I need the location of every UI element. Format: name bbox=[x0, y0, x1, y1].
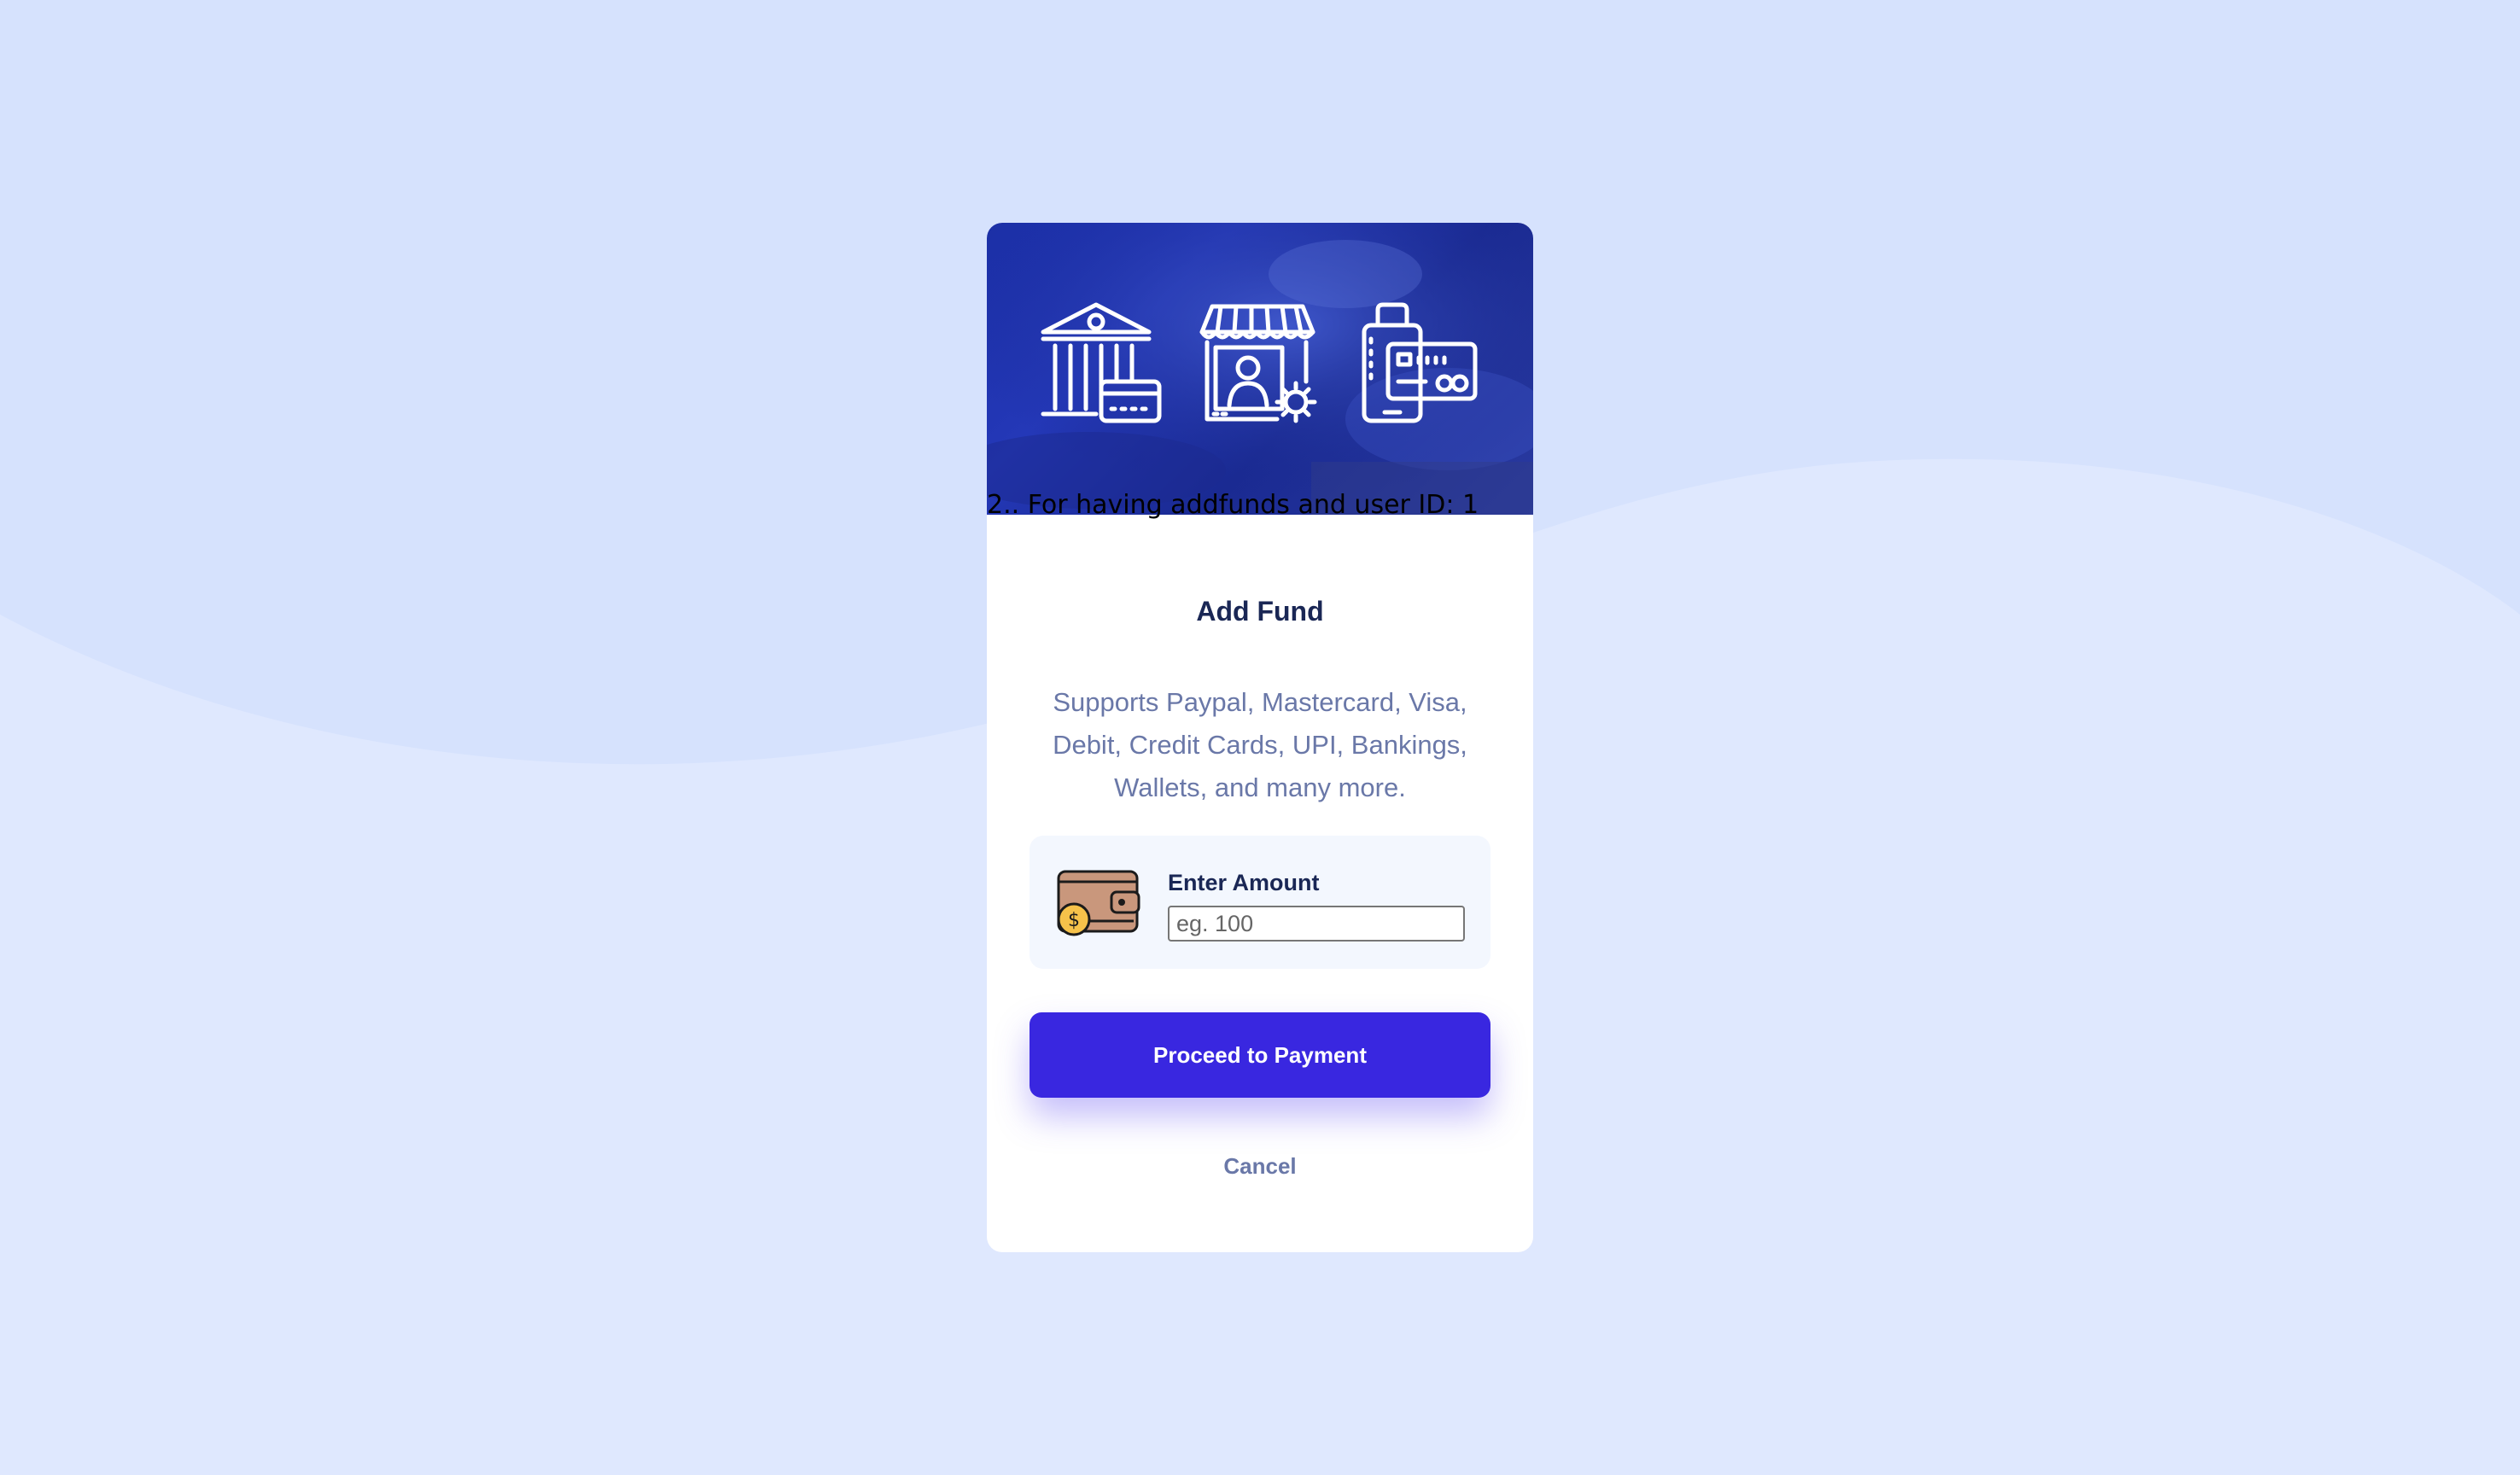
amount-label: Enter Amount bbox=[1168, 870, 1320, 895]
cancel-button[interactable]: Cancel bbox=[987, 1153, 1533, 1180]
bank-card-icon bbox=[1041, 302, 1162, 423]
amount-entry-box: $ Enter Amount bbox=[1030, 836, 1490, 969]
proceed-to-payment-button[interactable]: Proceed to Payment bbox=[1030, 1012, 1490, 1098]
wallet-coin-icon: $ bbox=[1057, 870, 1140, 936]
supported-methods-text: Supports Paypal, Mastercard, Visa, Debit… bbox=[1053, 687, 1467, 802]
mobile-card-payment-icon bbox=[1362, 302, 1478, 423]
store-user-gear-icon bbox=[1199, 304, 1317, 423]
svg-text:$: $ bbox=[1068, 910, 1080, 931]
amount-input[interactable] bbox=[1168, 906, 1465, 942]
modal-title: Add Fund bbox=[1196, 596, 1324, 627]
debug-caption: 2.. For having addfunds and user ID: 1 bbox=[987, 490, 1479, 520]
add-fund-card: 2.. For having addfunds and user ID: 1 A… bbox=[987, 223, 1533, 1252]
payment-banner bbox=[987, 223, 1533, 515]
